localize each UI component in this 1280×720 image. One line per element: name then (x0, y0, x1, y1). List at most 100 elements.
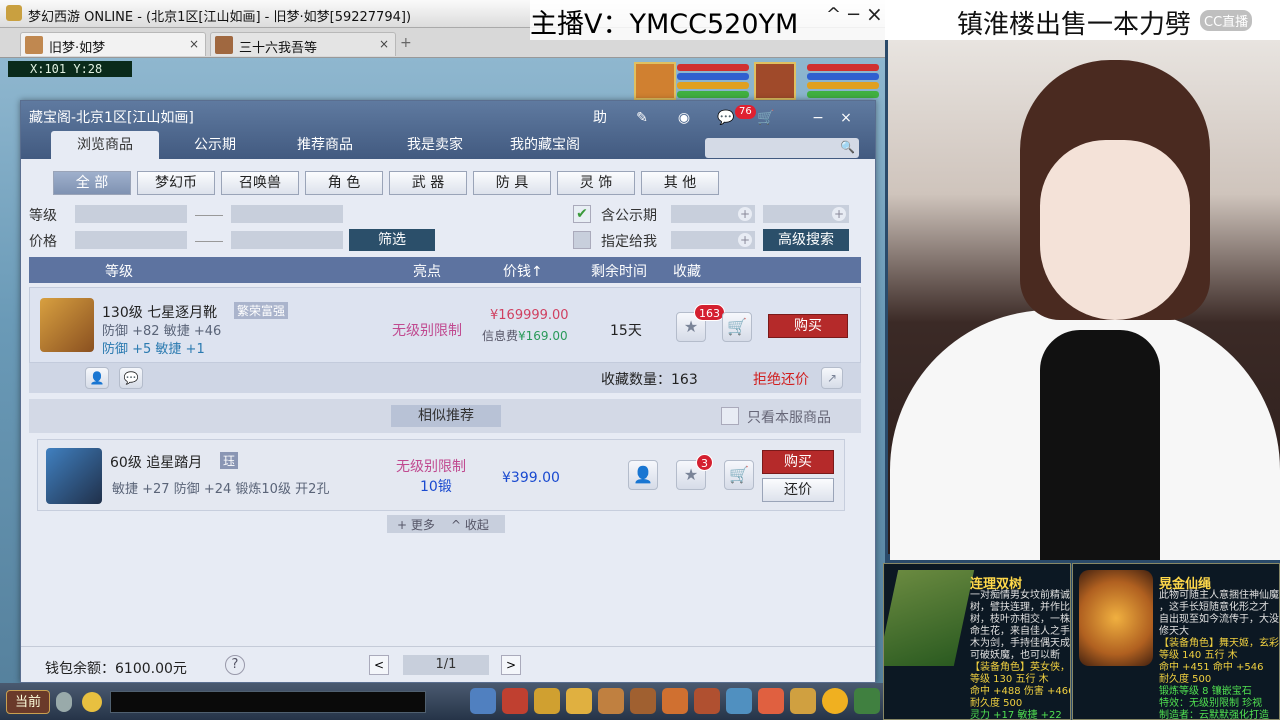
category-armor[interactable]: 防 具 (473, 171, 551, 195)
activity-icon[interactable] (790, 688, 816, 714)
close-button[interactable]: × (835, 107, 857, 129)
assign-select[interactable]: + (671, 231, 755, 249)
help-icon[interactable]: ? (225, 655, 245, 675)
minimize-button[interactable]: − (807, 107, 829, 129)
add-to-cart-button[interactable]: 🛒 (722, 312, 752, 342)
window-close-icon[interactable]: × (866, 2, 883, 26)
team-icon[interactable] (598, 688, 624, 714)
help-button[interactable]: 助 (589, 107, 611, 129)
price-min-input[interactable] (75, 231, 187, 249)
include-public-checkbox[interactable]: ✔ (573, 205, 591, 223)
category-currency[interactable]: 梦幻币 (137, 171, 215, 195)
search-icon[interactable]: 🔍 (840, 140, 855, 154)
next-page-button[interactable]: > (501, 655, 521, 675)
edit-icon[interactable]: ✎ (631, 107, 653, 129)
tab-public[interactable]: 公示期 (161, 131, 269, 159)
dialog-header: 藏宝阁-北京1区[江山如画] 助 ✎ ◉ 💬 76 🛒 − × 浏览商品 公示期… (21, 101, 875, 159)
buy-button[interactable]: 购买 (762, 450, 834, 474)
category-other[interactable]: 其 他 (641, 171, 719, 195)
chat-input[interactable] (110, 691, 426, 713)
school-select[interactable]: + (763, 205, 849, 223)
header-remaining[interactable]: 剩余时间 (591, 261, 647, 281)
range-dash (195, 241, 223, 242)
microphone-icon[interactable] (56, 692, 72, 712)
search-input[interactable]: 🔍 (705, 138, 859, 158)
item-tag: 珏 (220, 452, 239, 469)
tooltip-line: 等级 130 五行 木 (970, 674, 1049, 685)
tab-jiumeng[interactable]: 旧梦·如梦 × (20, 32, 206, 56)
plus-icon[interactable]: + (738, 207, 752, 221)
level-min-input[interactable] (75, 205, 187, 223)
boots-item-icon[interactable] (40, 298, 94, 352)
similar-listing-row[interactable]: 60级 追星踏月 珏 敏捷 +27 防御 +24 锻炼10级 开2孔 无级别限制… (37, 439, 845, 511)
seller-icon[interactable]: 👤 (85, 367, 109, 389)
cart-icon[interactable]: 🛒 (755, 107, 777, 129)
tab-close-icon[interactable]: × (189, 37, 199, 51)
friends-icon[interactable] (726, 688, 752, 714)
server-select[interactable]: + (671, 205, 755, 223)
tooltip-line: 命中 +488 伤害 +466 (970, 686, 1071, 697)
message-icon[interactable]: 💬 (715, 107, 737, 129)
item-price: ¥399.00 (502, 470, 560, 486)
sword-item-icon (884, 570, 975, 666)
pet-avatar[interactable] (634, 62, 676, 100)
new-tab-button[interactable]: + (400, 35, 412, 51)
tab-recommended[interactable]: 推荐商品 (271, 131, 379, 159)
seller-profile-button[interactable]: 👤 (628, 460, 658, 490)
bargain-button[interactable]: 还价 (762, 478, 834, 502)
tooltip-line: 【装备角色】舞天姬，玄彩娥 (1159, 638, 1280, 649)
pet-icon[interactable] (630, 688, 656, 714)
guild-icon[interactable] (694, 688, 720, 714)
price-max-input[interactable] (231, 231, 343, 249)
system-icon[interactable] (854, 688, 880, 714)
category-accessory[interactable]: 灵 饰 (557, 171, 635, 195)
header-level[interactable]: 等级 (105, 261, 133, 281)
shop-icon[interactable] (758, 688, 784, 714)
chat-icon[interactable]: 💬 (119, 367, 143, 389)
fee-label: 信息费 (482, 329, 519, 343)
category-all[interactable]: 全 部 (53, 171, 131, 195)
add-to-cart-button[interactable]: 🛒 (724, 460, 754, 490)
quest-icon[interactable] (662, 688, 688, 714)
give-icon[interactable] (534, 688, 560, 714)
buy-button[interactable]: 购买 (768, 314, 848, 338)
window-minimize-icon[interactable]: − (846, 4, 861, 25)
advanced-search-button[interactable]: 高级搜索 (763, 229, 849, 251)
plus-icon[interactable]: + (832, 207, 846, 221)
similar-recommend-button[interactable]: 相似推荐 (391, 405, 501, 427)
plus-icon[interactable]: + (738, 233, 752, 247)
emoji-icon[interactable] (82, 692, 102, 712)
channel-current-button[interactable]: 当前 (6, 690, 50, 714)
tab-close-icon[interactable]: × (379, 37, 389, 51)
assign-to-me-checkbox[interactable] (573, 231, 591, 249)
item-fee: 信息费¥169.00 (482, 327, 568, 344)
header-price[interactable]: 价钱↑ (503, 261, 543, 281)
header-favorite[interactable]: 收藏 (673, 261, 701, 281)
prev-page-button[interactable]: < (369, 655, 389, 675)
only-this-server-checkbox[interactable] (721, 407, 739, 425)
tooltip-line: 命生花，来自佳人之手 (970, 626, 1070, 637)
category-summon[interactable]: 召唤兽 (221, 171, 299, 195)
tab-browse[interactable]: 浏览商品 (51, 131, 159, 159)
trade-icon[interactable] (566, 688, 592, 714)
listing-row[interactable]: 130级 七星逐月靴 繁荣富强 防御 +82 敏捷 +46 防御 +5 敏捷 +… (29, 287, 861, 363)
boots-item-icon[interactable] (46, 448, 102, 504)
tooltip-line: 【装备角色】英女侠， (970, 662, 1070, 673)
stream-subtitle: 镇淮楼出售一本力劈 (957, 10, 1192, 40)
player-avatar[interactable] (754, 62, 796, 100)
tab-my-pavilion[interactable]: 我的藏宝阁 (491, 131, 599, 159)
show-more-button[interactable]: + 更多 (397, 516, 435, 533)
level-max-input[interactable] (231, 205, 343, 223)
window-restore-icon[interactable]: ^ (826, 4, 841, 25)
category-weapon[interactable]: 武 器 (389, 171, 467, 195)
collapse-button[interactable]: ^ 收起 (451, 516, 489, 533)
gold-icon[interactable] (822, 688, 848, 714)
tab-seller[interactable]: 我是卖家 (381, 131, 489, 159)
tab-second[interactable]: 三十六我吾等 × (210, 32, 396, 56)
share-icon[interactable]: ↗ (821, 367, 843, 389)
item-bag-icon[interactable] (502, 688, 528, 714)
attack-icon[interactable] (470, 688, 496, 714)
record-icon[interactable]: ◉ (673, 107, 695, 129)
filter-button[interactable]: 筛选 (349, 229, 435, 251)
category-role[interactable]: 角 色 (305, 171, 383, 195)
